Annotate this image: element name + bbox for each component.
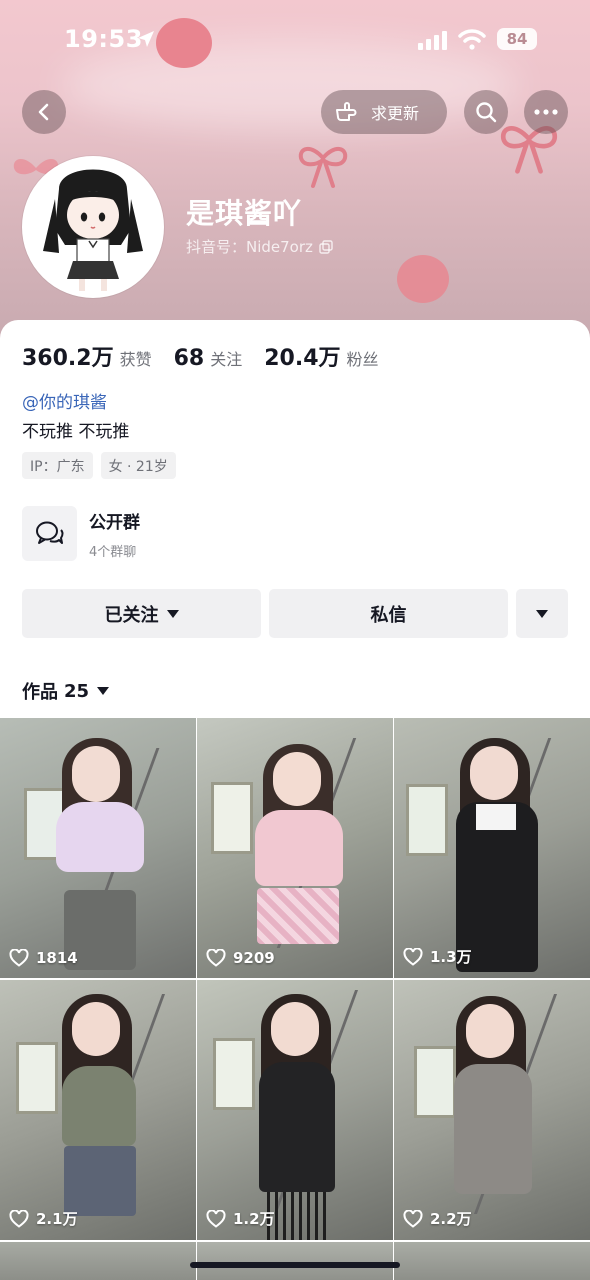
profile-stats: 360.2万 获赞 68 关注 20.4万 粉丝 [22,340,401,372]
like-count-text: 2.1万 [36,1210,78,1228]
video-thumbnail [0,718,196,978]
search-button[interactable] [464,90,508,134]
chevron-left-icon [38,103,49,121]
video-tile[interactable] [197,1242,393,1280]
like-count-text: 1.3万 [430,948,472,966]
mention-link[interactable]: @你的琪酱 [22,388,107,413]
caret-down-icon [536,609,548,618]
caret-down-icon [166,609,179,618]
search-icon [476,102,497,123]
battery-level: 84 [506,30,528,48]
video-thumbnail [394,980,590,1240]
works-count: 25 [64,680,90,702]
like-count-text: 1.2万 [233,1210,275,1228]
heart-icon [206,949,226,967]
video-like-count: 1814 [9,949,78,967]
video-grid: 1814 9209 1.3万 2.1万 1.2万 2.2万 [0,718,590,1240]
wifi-icon [458,29,486,50]
followed-button[interactable]: 已关注 [22,589,261,638]
video-like-count: 1.2万 [206,1208,275,1229]
avatar[interactable] [22,156,164,298]
heart-icon [403,1209,423,1228]
video-like-count: 1.3万 [403,946,472,967]
ip-location-tag: IP：广东 [22,452,93,479]
status-bar: 19:53 84 [0,0,590,80]
pointing-hand-icon [336,102,357,121]
video-tile[interactable]: 1814 [0,718,196,978]
video-tile[interactable]: 9209 [197,718,393,978]
video-like-count: 2.2万 [403,1208,472,1229]
group-title: 公开群 [89,512,140,533]
profile-tags: IP：广东 女 · 21岁 [22,452,184,479]
more-dots-icon [534,109,558,115]
stat-label: 获赞 [119,350,152,369]
video-thumbnail [197,980,393,1240]
douyin-id[interactable]: 抖音号：Nide7orz [186,236,333,257]
video-thumbnail [394,1242,590,1280]
video-tile[interactable]: 1.3万 [394,718,590,978]
profile-bio: 不玩推 不玩推 [22,422,130,442]
video-thumbnail [197,1242,393,1280]
video-tile[interactable]: 1.2万 [197,980,393,1240]
video-tile[interactable] [0,1242,196,1280]
bow-decoration [298,147,348,188]
heart-icon [9,949,29,967]
heart-icon [403,947,423,966]
more-button[interactable] [524,90,568,134]
request-update-label: 求更新 [371,104,420,123]
video-tile[interactable]: 2.1万 [0,980,196,1240]
status-time: 19:53 [64,25,143,53]
stat-label: 粉丝 [346,350,379,369]
stat-following[interactable]: 68 关注 [174,346,243,371]
message-button[interactable]: 私信 [269,589,508,638]
works-label: 作品 [22,682,58,703]
video-thumbnail [0,1242,196,1280]
home-indicator[interactable] [190,1262,400,1268]
avatar-illustration [25,159,161,295]
douyin-id-text: 抖音号：Nide7orz [186,238,313,256]
stat-label: 关注 [210,350,243,369]
profile-name: 是琪酱吖 [186,197,303,230]
profile-actions: 已关注 私信 [22,589,568,638]
stat-value: 68 [173,346,205,371]
signal-icon [418,31,447,50]
video-grid-partial-row [0,1242,590,1280]
stat-value: 20.4万 [264,346,341,371]
battery-icon: 84 [497,28,537,50]
heart-icon [206,1209,226,1228]
heart-icon [9,1209,29,1228]
gender-age-tag: 女 · 21岁 [100,452,176,479]
request-update-button[interactable]: 求更新 [321,90,447,134]
stat-value: 360.2万 [22,346,114,371]
video-like-count: 9209 [206,949,275,967]
works-tab[interactable]: 作品 25 [22,678,110,704]
video-like-count: 2.1万 [9,1208,78,1229]
location-arrow-icon [138,31,154,47]
video-thumbnail [0,980,196,1240]
like-count-text: 9209 [233,949,275,967]
message-label: 私信 [370,604,407,626]
like-count-text: 2.2万 [430,1210,472,1228]
video-tile[interactable] [394,1242,590,1280]
video-tile[interactable]: 2.2万 [394,980,590,1240]
peach-decoration [397,255,449,303]
video-thumbnail [197,718,393,978]
public-group-entry[interactable]: 公开群 4个群聊 [22,506,140,561]
like-count-text: 1814 [36,949,78,967]
back-button[interactable] [22,90,66,134]
group-chat-icon [35,521,63,544]
group-subtitle: 4个群聊 [89,544,137,560]
caret-down-icon [97,687,110,695]
stat-likes[interactable]: 360.2万 获赞 [22,340,152,372]
followed-label: 已关注 [104,604,159,626]
video-thumbnail [394,718,590,978]
more-actions-dropdown[interactable] [516,589,568,638]
stat-followers[interactable]: 20.4万 粉丝 [264,340,378,372]
copy-icon[interactable] [319,239,333,254]
group-chat-icon-box [22,506,77,561]
